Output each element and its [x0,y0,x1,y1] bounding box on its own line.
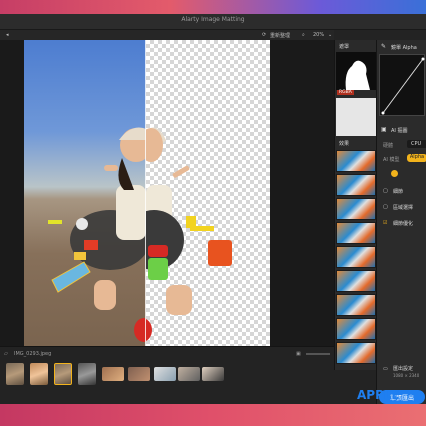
option-detail-refine[interactable]: 細節優化 [393,220,413,227]
image-view-icon[interactable]: ▣ [296,351,301,357]
option-detail[interactable]: 細節 [393,188,403,195]
thumbnail-7[interactable] [154,367,176,381]
desktop-wallpaper-bottom [0,404,426,426]
alpha-heading: 鏡單 Alpha [391,45,417,51]
window-title: Alarty Image Matting [181,16,245,23]
info-icon[interactable] [391,170,398,177]
filmstrip: ▱ IMG_0293.jpeg ▣ [0,346,334,404]
effect-thumbnail-5[interactable] [336,246,376,268]
export-settings-icon: ▭ [383,366,388,372]
desktop-wallpaper-top [0,0,426,14]
girl-photo-illustration [48,127,146,342]
zoom-level[interactable]: 20% [313,32,324,38]
canvas-gutter-right [270,40,334,346]
watermark-logo: APPLE [357,388,400,402]
app-window: Alarty Image Matting ◂ ⟳ 重新整理 ⌕ 20% ⌄ 遮罩… [0,14,426,404]
sidebar-mask-effects: 遮罩 RGBA 效果 [334,40,376,370]
toolbar: ◂ ⟳ 重新整理 ⌕ 20% ⌄ [0,30,334,40]
left-arrow-icon[interactable]: ◂ [6,32,9,38]
reset-button[interactable]: 重新整理 [270,32,290,39]
cutout-preview[interactable] [124,40,270,346]
mask-thumbnail[interactable] [336,52,376,90]
detail-checkbox[interactable]: ▢ [383,188,388,194]
zoom-slider[interactable] [306,353,330,355]
image-icon: ▣ [381,126,387,133]
device-label: 硬體 [383,143,394,149]
file-name: IMG_0293.jpeg [14,351,52,357]
thumbnail-2[interactable] [30,363,48,385]
effect-thumbnail-9[interactable] [336,342,376,364]
cutout-subject-illustration [124,127,232,342]
model-select[interactable]: Alpha [407,154,426,162]
option-region-select[interactable]: 區域選擇 [393,204,413,211]
thumbnail-9[interactable] [202,367,224,381]
effect-thumbnail-3[interactable] [336,198,376,220]
refine-checkbox[interactable]: ☑ [383,220,387,226]
effect-thumbnail-8[interactable] [336,318,376,340]
settings-panel: ✎ 鏡單 Alpha ▣ AI 摳圖 硬體 CPU AI 模型 Alpha ▢ … [376,40,426,404]
effect-thumbnail-1[interactable] [336,150,376,172]
effect-thumbnail-2[interactable] [336,174,376,196]
thumbnail-5[interactable] [102,367,124,381]
alpha-curve-graph[interactable] [379,54,425,116]
mask-silhouette [345,60,370,90]
effect-thumbnail-4[interactable] [336,222,376,244]
mask-heading: 遮罩 [339,44,350,50]
folder-icon: ▱ [4,351,8,357]
thumbnail-4[interactable] [78,363,96,385]
export-size: 1080 × 2340 [393,373,420,378]
alpha-curve [381,57,425,115]
refresh-icon[interactable]: ⟳ [262,32,266,38]
mask-badge: RGBA [337,90,354,95]
thumbnail-3-selected[interactable] [54,363,72,385]
effects-heading: 效果 [339,141,350,147]
title-bar: Alarty Image Matting [0,14,426,30]
search-icon[interactable]: ⌕ [302,32,305,38]
thumbnail-8[interactable] [178,367,200,381]
ai-heading: AI 摳圖 [391,128,408,134]
brush-icon: ✎ [381,43,387,50]
original-photo[interactable] [24,40,146,346]
thumbnail-6[interactable] [128,367,150,381]
region-checkbox[interactable]: ▢ [383,204,388,210]
export-settings-label: 匯出設定 [393,366,414,372]
thumbnail-1[interactable] [6,363,24,385]
zoom-menu-icon[interactable]: ⌄ [328,32,332,38]
device-select[interactable]: CPU [407,140,426,148]
canvas-gutter-left [0,40,24,346]
effect-thumbnail-6[interactable] [336,270,376,292]
model-label: AI 模型 [383,157,400,163]
rgba-thumbnail[interactable] [336,98,376,136]
effect-thumbnail-7[interactable] [336,294,376,316]
compare-divider[interactable] [145,40,146,346]
